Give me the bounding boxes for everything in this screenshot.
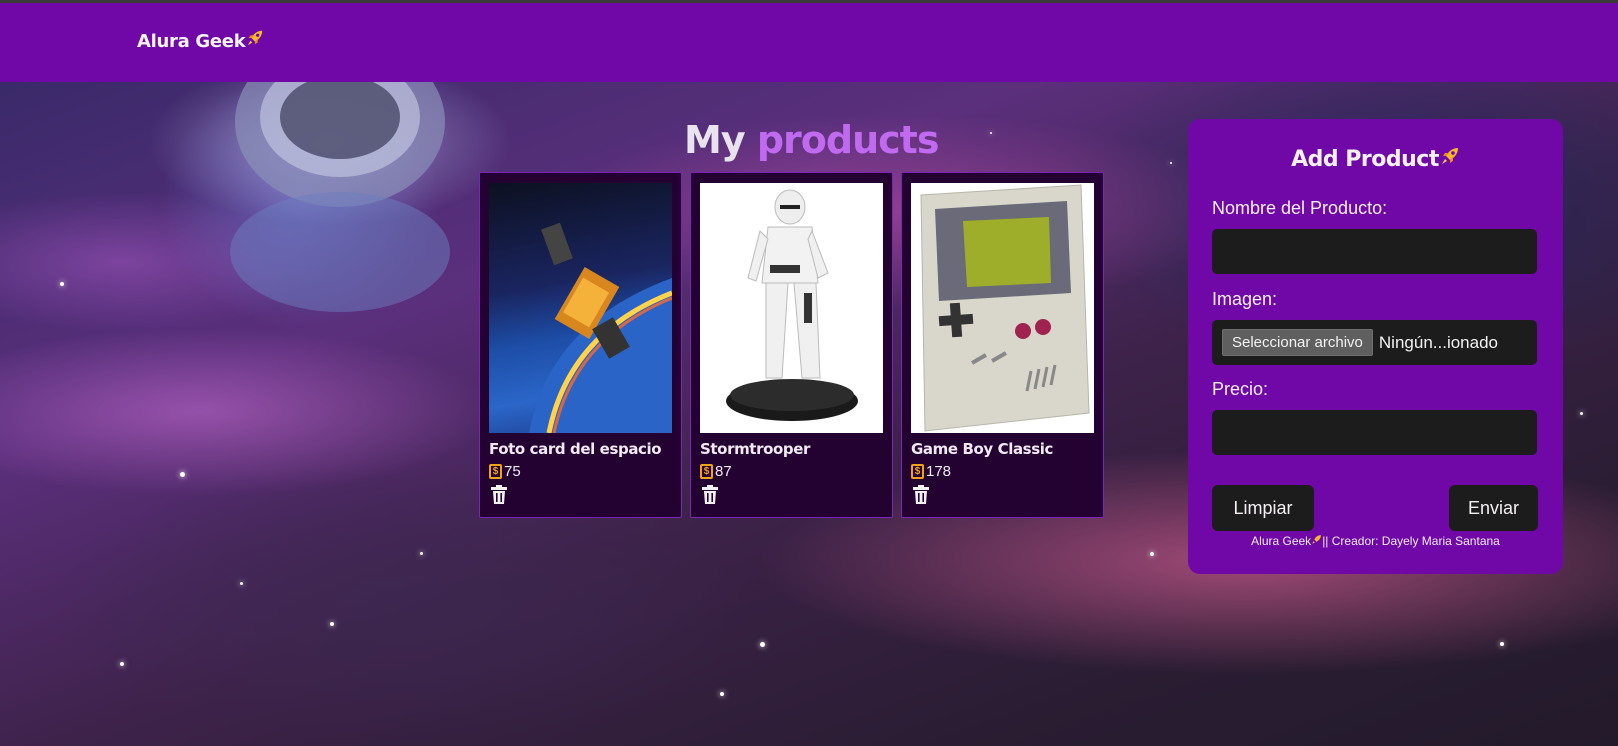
product-card: Stormtrooper $ 87 [690, 172, 893, 518]
product-price: $ 87 [700, 463, 732, 480]
form-title: Add Product [1188, 147, 1563, 172]
product-name: Foto card del espacio [489, 440, 662, 458]
trash-icon[interactable] [491, 485, 507, 504]
title-word-products: products [756, 118, 940, 162]
product-price-value: 87 [715, 463, 732, 480]
product-name-label: Nombre del Producto: [1212, 198, 1388, 218]
select-file-button[interactable]: Seleccionar archivo [1222, 329, 1373, 356]
product-price-value: 178 [926, 463, 952, 480]
product-card: Game Boy Classic $ 178 [901, 172, 1104, 518]
site-header: Alura Geek [0, 3, 1618, 82]
rocket-icon [248, 30, 263, 46]
product-price: $ 75 [489, 463, 521, 480]
brand-name: Alura Geek [137, 31, 246, 52]
clear-button[interactable]: Limpiar [1212, 485, 1314, 531]
price-label: Precio: [1212, 379, 1269, 399]
price-input[interactable] [1212, 410, 1537, 455]
image-file-input[interactable]: Seleccionar archivo Ningún...ionado [1212, 320, 1537, 365]
image-label: Imagen: [1212, 289, 1278, 309]
submit-button[interactable]: Enviar [1449, 485, 1538, 531]
credit-brand: Alura Geek [1251, 534, 1312, 548]
add-product-form: Add Product Nombre del Producto: Imagen:… [1188, 119, 1563, 574]
trash-icon[interactable] [913, 485, 929, 504]
form-title-text: Add Product [1291, 147, 1439, 172]
product-image [700, 183, 883, 433]
trash-icon[interactable] [702, 485, 718, 504]
product-price-value: 75 [504, 463, 521, 480]
rocket-icon [1312, 535, 1322, 544]
coin-icon: $ [700, 464, 713, 479]
product-name: Game Boy Classic [911, 440, 1053, 458]
file-status: Ningún...ionado [1378, 332, 1498, 352]
footer-credit: Alura Geek || Creador: Dayely Maria Sant… [1188, 534, 1563, 548]
product-name: Stormtrooper [700, 440, 810, 458]
rocket-icon [1441, 148, 1458, 164]
product-price: $ 178 [911, 463, 951, 480]
credit-text: || Creador: Dayely Maria Santana [1322, 534, 1500, 548]
product-image [911, 183, 1094, 433]
brand-logo[interactable]: Alura Geek [137, 30, 264, 52]
coin-icon: $ [911, 464, 924, 479]
astronaut-illustration [230, 82, 450, 312]
product-image [489, 183, 672, 433]
coin-icon: $ [489, 464, 502, 479]
title-word-my: My [684, 118, 746, 162]
product-card: Foto card del espacio $ 75 [479, 172, 682, 518]
page-title: My products [684, 118, 940, 162]
product-name-input[interactable] [1212, 229, 1537, 274]
